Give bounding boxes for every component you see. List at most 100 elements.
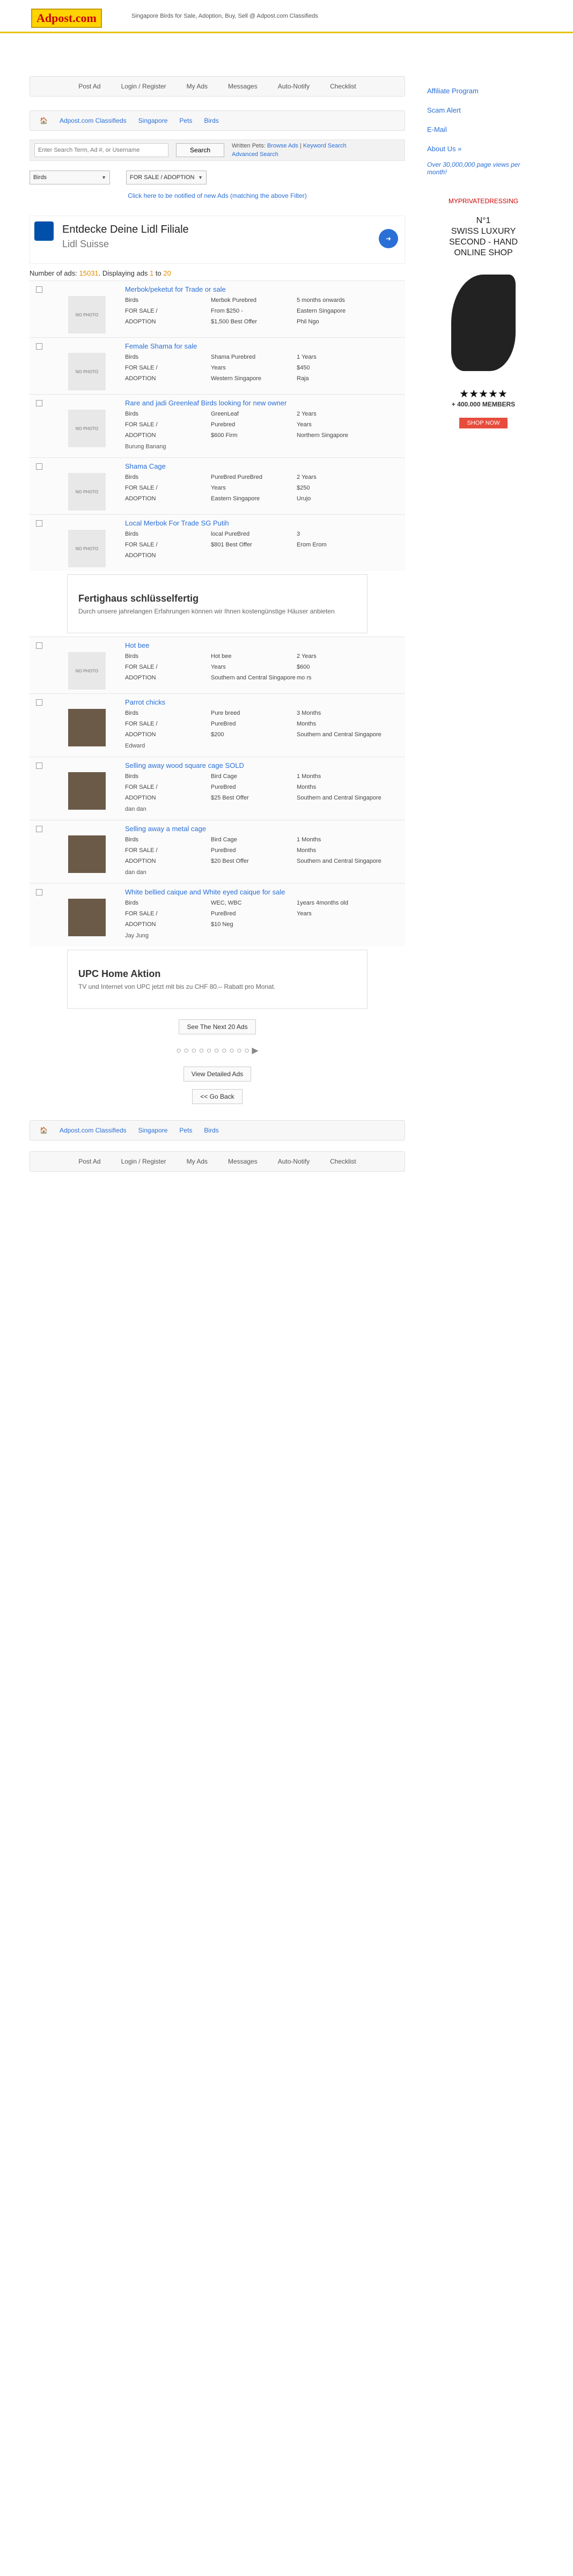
select-checkbox[interactable]	[36, 763, 42, 769]
arrow-right-icon[interactable]: ➜	[379, 229, 398, 248]
ad-thumbnail[interactable]	[68, 709, 106, 746]
breadcrumb-pets[interactable]: Pets	[179, 117, 192, 124]
nav-checklist[interactable]: Checklist	[330, 83, 356, 90]
ad-listing[interactable]: NO PHOTO Female Shama for sale Birds Sha…	[30, 337, 405, 394]
footer-bc-birds[interactable]: Birds	[204, 1127, 218, 1134]
ad-cell: Birds	[125, 297, 139, 304]
ad-thumbnail[interactable]: NO PHOTO	[68, 410, 106, 447]
shop-now-button[interactable]: SHOP NOW	[459, 418, 508, 428]
site-logo[interactable]: Adpost.com	[31, 9, 102, 28]
breadcrumb-birds[interactable]: Birds	[204, 117, 218, 124]
ad-listing[interactable]: NO PHOTO Rare and jadi Greenleaf Birds l…	[30, 394, 405, 457]
select-checkbox[interactable]	[36, 826, 42, 832]
ad-cell: ADOPTION	[125, 731, 156, 738]
select-checkbox[interactable]	[36, 463, 42, 470]
affiliate-link[interactable]: Affiliate Program	[427, 87, 479, 95]
browse-ads-link[interactable]: Browse Ads	[267, 143, 298, 149]
about-link[interactable]: About Us »	[427, 145, 461, 153]
ad-thumbnail[interactable]: NO PHOTO	[68, 530, 106, 567]
nav-auto-notify[interactable]: Auto-Notify	[278, 83, 310, 90]
ad-title[interactable]: Parrot chicks	[125, 698, 405, 706]
ad-thumbnail[interactable]: NO PHOTO	[68, 473, 106, 510]
ad-thumbnail[interactable]: NO PHOTO	[68, 652, 106, 690]
ad-thumbnail[interactable]: NO PHOTO	[68, 353, 106, 390]
inline-ad-banner[interactable]: UPC Home Aktion TV und Internet von UPC …	[67, 950, 368, 1009]
ad-title[interactable]: White bellied caique and White eyed caiq…	[125, 888, 405, 896]
ad-listing[interactable]: White bellied caique and White eyed caiq…	[30, 883, 405, 946]
home-icon[interactable]: 🏠	[40, 1127, 48, 1134]
ad-cell: $10 Neg	[211, 921, 233, 928]
select-checkbox[interactable]	[36, 286, 42, 293]
ad-listing[interactable]: Selling away wood square cage SOLD Birds…	[30, 757, 405, 820]
ad-details: Birds PureBred PureBred 2 Years FOR SALE …	[125, 473, 405, 502]
no-photo-label: NO PHOTO	[75, 546, 99, 551]
ad-seller[interactable]: Edward	[125, 743, 405, 749]
ad-thumbnail[interactable]	[68, 899, 106, 936]
ad-listing[interactable]: NO PHOTO Local Merbok For Trade SG Putih…	[30, 514, 405, 571]
sidebar-ad-text[interactable]: N°1 SWISS LUXURY SECOND - HAND ONLINE SHOP	[427, 216, 540, 258]
go-back-button[interactable]: << Go Back	[192, 1089, 243, 1104]
ad-thumbnail[interactable]: NO PHOTO	[68, 296, 106, 334]
select-checkbox[interactable]	[36, 642, 42, 649]
ad-listing[interactable]: NO PHOTO Shama Cage Birds PureBred PureB…	[30, 457, 405, 514]
ad-listing[interactable]: Selling away a metal cage Birds Bird Cag…	[30, 820, 405, 883]
ad-thumbnail[interactable]	[68, 835, 106, 873]
ad-title[interactable]: Selling away a metal cage	[125, 825, 405, 833]
ad-listing[interactable]: NO PHOTO Merbok/peketut for Trade or sal…	[30, 280, 405, 337]
footer-post-ad[interactable]: Post Ad	[78, 1158, 100, 1165]
select-checkbox[interactable]	[36, 520, 42, 527]
footer-auto-notify[interactable]: Auto-Notify	[278, 1158, 310, 1165]
sidebar-ad-brand[interactable]: MYPRIVATEDRESSING	[427, 197, 540, 205]
nav-post-ad[interactable]: Post Ad	[78, 83, 100, 90]
ad-title[interactable]: Female Shama for sale	[125, 342, 405, 350]
notify-link[interactable]: Click here to be notified of new Ads (ma…	[30, 192, 405, 199]
ad-title[interactable]: Merbok/peketut for Trade or sale	[125, 285, 405, 293]
advanced-search-link[interactable]: Advanced Search	[232, 151, 278, 158]
ad-title[interactable]: Selling away wood square cage SOLD	[125, 761, 405, 769]
ad-cell: Hot bee	[211, 653, 232, 660]
ad-cell: Southern and Central Singapore	[211, 675, 296, 681]
keyword-search-link[interactable]: Keyword Search	[303, 143, 347, 149]
footer-login[interactable]: Login / Register	[121, 1158, 166, 1165]
ad-listing[interactable]: NO PHOTO Hot bee Birds Hot bee 2 Years FO…	[30, 636, 405, 693]
email-link[interactable]: E-Mail	[427, 125, 447, 134]
shoe-image[interactable]	[451, 275, 516, 371]
nav-my-ads[interactable]: My Ads	[187, 83, 208, 90]
inline-ad-banner[interactable]: Fertighaus schlüsselfertig Durch unsere …	[67, 574, 368, 633]
select-checkbox[interactable]	[36, 889, 42, 895]
nav-login[interactable]: Login / Register	[121, 83, 166, 90]
category-select[interactable]: Birds ▼	[30, 171, 110, 184]
ad-seller[interactable]: dan dan	[125, 869, 405, 876]
ad-title[interactable]: Hot bee	[125, 641, 405, 649]
home-icon[interactable]: 🏠	[40, 117, 48, 124]
footer-my-ads[interactable]: My Ads	[187, 1158, 208, 1165]
ad-banner-lidl[interactable]: Entdecke Deine Lidl Filiale Lidl Suisse …	[30, 216, 405, 264]
view-detailed-button[interactable]: View Detailed Ads	[183, 1067, 252, 1082]
select-checkbox[interactable]	[36, 699, 42, 706]
ad-title[interactable]: Shama Cage	[125, 462, 405, 470]
ad-cell: 2 Years	[297, 653, 317, 660]
nav-messages[interactable]: Messages	[228, 83, 258, 90]
footer-bc-pets[interactable]: Pets	[179, 1127, 192, 1134]
next-ads-button[interactable]: See The Next 20 Ads	[179, 1019, 256, 1034]
ad-seller[interactable]: Burung Banang	[125, 443, 405, 450]
footer-bc-singapore[interactable]: Singapore	[138, 1127, 168, 1134]
ad-cell: 3	[297, 531, 300, 537]
select-checkbox[interactable]	[36, 400, 42, 406]
search-input[interactable]	[34, 143, 168, 157]
search-button[interactable]: Search	[176, 143, 224, 157]
type-select[interactable]: FOR SALE / ADOPTION ▼	[126, 171, 207, 184]
select-checkbox[interactable]	[36, 343, 42, 350]
ad-listing[interactable]: Parrot chicks Birds Pure breed 3 Months F…	[30, 693, 405, 757]
ad-thumbnail[interactable]	[68, 772, 106, 810]
ad-title[interactable]: Local Merbok For Trade SG Putih	[125, 519, 405, 527]
footer-bc-classifieds[interactable]: Adpost.com Classifieds	[60, 1127, 127, 1134]
ad-seller[interactable]: Jay Jung	[125, 932, 405, 939]
ad-seller[interactable]: dan dan	[125, 806, 405, 812]
scam-alert-link[interactable]: Scam Alert	[427, 106, 461, 114]
footer-messages[interactable]: Messages	[228, 1158, 258, 1165]
ad-title[interactable]: Rare and jadi Greenleaf Birds looking fo…	[125, 399, 405, 407]
breadcrumb-classifieds[interactable]: Adpost.com Classifieds	[60, 117, 127, 124]
breadcrumb-singapore[interactable]: Singapore	[138, 117, 168, 124]
footer-checklist[interactable]: Checklist	[330, 1158, 356, 1165]
